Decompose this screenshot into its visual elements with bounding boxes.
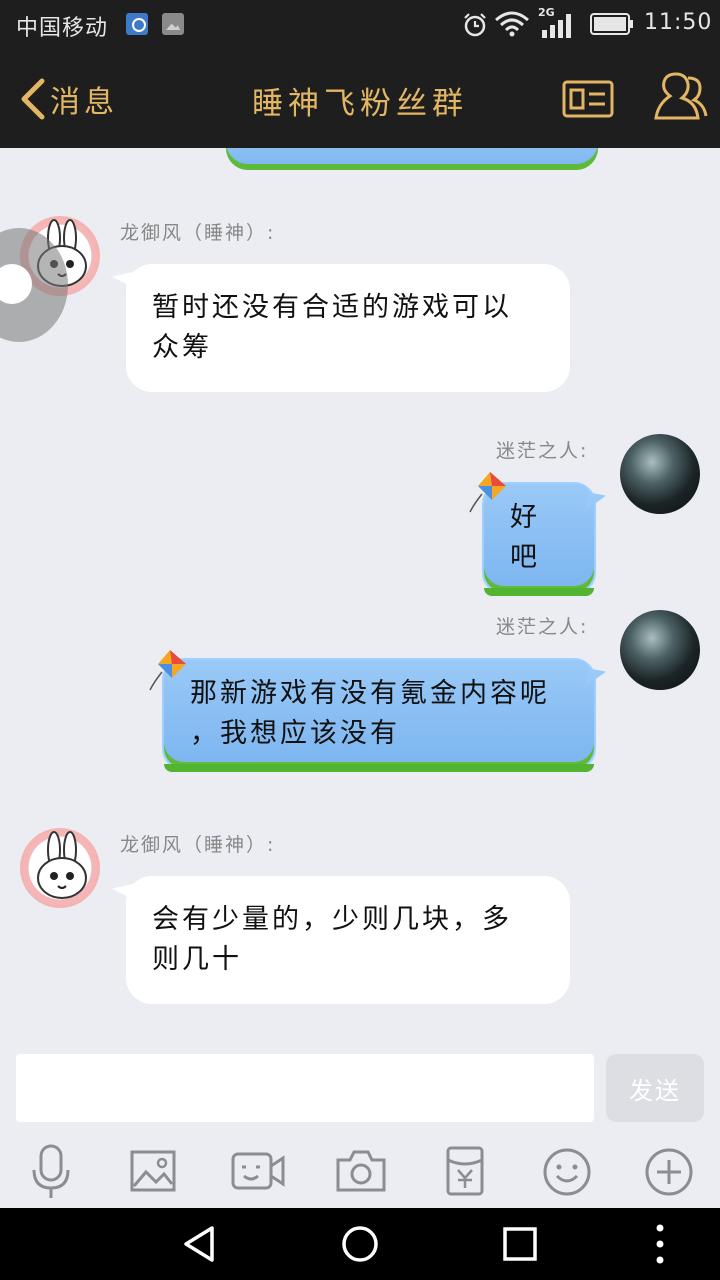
kite-icon bbox=[149, 650, 186, 691]
image-icon bbox=[162, 13, 184, 35]
wifi-icon bbox=[495, 11, 529, 37]
status-bar: 中国移动 2G 11:50 bbox=[0, 0, 720, 48]
note-icon bbox=[126, 13, 148, 35]
camera-icon[interactable] bbox=[334, 1142, 388, 1200]
message-text: 众筹 bbox=[152, 332, 212, 363]
alarm-icon bbox=[464, 13, 486, 37]
sender-name: 迷茫之人: bbox=[496, 440, 589, 462]
send-button[interactable]: 发送 bbox=[606, 1054, 704, 1122]
message-text: 那新游戏有没有氪金内容呢 bbox=[190, 678, 550, 709]
message-input[interactable] bbox=[16, 1054, 594, 1122]
message-text: 好吧 bbox=[510, 502, 540, 573]
message-text: 会有少量的，少则几块，多 bbox=[152, 904, 512, 935]
microphone-icon[interactable] bbox=[24, 1142, 78, 1200]
battery-icon bbox=[590, 13, 633, 35]
menu-dots-icon[interactable] bbox=[638, 1222, 682, 1266]
grass-decoration bbox=[484, 588, 594, 596]
avatar[interactable] bbox=[620, 610, 700, 690]
profile-card-icon[interactable] bbox=[562, 80, 614, 118]
rabbit-avatar-icon bbox=[37, 831, 87, 899]
system-nav-bar bbox=[0, 1208, 720, 1280]
sender-name: 龙御风（睡神）: bbox=[120, 222, 276, 244]
video-call-icon[interactable] bbox=[230, 1142, 286, 1200]
chat-area[interactable]: 龙御风（睡神）: 暂时还没有合适的游戏可以 众筹 迷茫之人: 好吧 迷茫之人: … bbox=[0, 148, 720, 1040]
back-triangle-icon[interactable] bbox=[178, 1222, 222, 1266]
kite-icon bbox=[469, 472, 506, 513]
message-bubble[interactable]: 暂时还没有合适的游戏可以 众筹 bbox=[126, 264, 570, 392]
plus-icon[interactable] bbox=[642, 1142, 696, 1200]
message-text: ，我想应该没有 bbox=[190, 718, 400, 749]
message-text: 暂时还没有合适的游戏可以 bbox=[152, 292, 512, 323]
message-bubble[interactable]: 那新游戏有没有氪金内容呢 ，我想应该没有 bbox=[162, 658, 596, 772]
sender-name: 迷茫之人: bbox=[496, 616, 589, 638]
recents-square-icon[interactable] bbox=[498, 1222, 542, 1266]
sender-name: 龙御风（睡神）: bbox=[120, 834, 276, 856]
avatar[interactable] bbox=[20, 828, 100, 908]
signal-icon bbox=[542, 14, 571, 38]
avatar[interactable] bbox=[620, 434, 700, 514]
home-circle-icon[interactable] bbox=[338, 1222, 382, 1266]
emoji-icon[interactable] bbox=[540, 1142, 594, 1200]
carrier-label: 中国移动 bbox=[16, 16, 109, 41]
message-text: 则几十 bbox=[152, 944, 242, 975]
grass-decoration bbox=[164, 764, 594, 772]
previous-message-bubble bbox=[226, 148, 598, 170]
message-bubble[interactable]: 会有少量的，少则几块，多 则几十 bbox=[126, 876, 570, 1004]
title-bar: 消息 睡神飞粉丝群 bbox=[0, 48, 720, 148]
picture-icon[interactable] bbox=[126, 1142, 180, 1200]
group-members-icon[interactable] bbox=[652, 72, 708, 126]
red-packet-icon[interactable] bbox=[438, 1142, 492, 1200]
input-bar: 发送 bbox=[0, 1040, 720, 1136]
chat-toolbar bbox=[0, 1136, 720, 1208]
clock: 11:50 bbox=[644, 10, 713, 35]
